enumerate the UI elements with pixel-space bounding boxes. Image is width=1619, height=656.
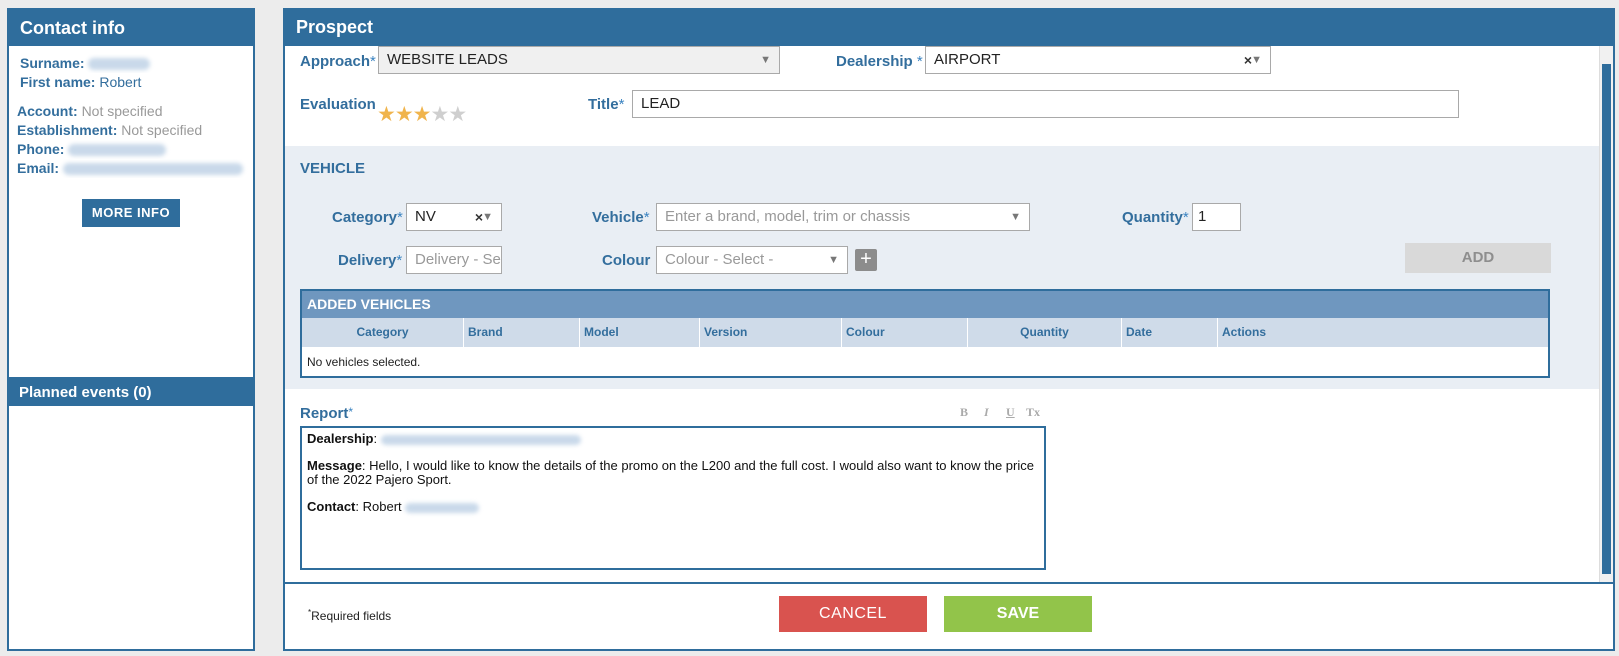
quantity-label: Quantity*	[1122, 209, 1189, 226]
col-date: Date	[1122, 318, 1218, 347]
email-redacted	[62, 163, 243, 176]
establishment-label: Establishment:	[17, 122, 118, 138]
quantity-value: 1	[1198, 208, 1207, 225]
chevron-down-icon: ▼	[828, 254, 839, 266]
required-fields-note: *Required fields	[308, 608, 392, 623]
approach-label: Approach*	[300, 53, 376, 70]
report-contact-line: Contact: Robert	[307, 500, 1039, 514]
evaluation-stars[interactable]: ★★★★★	[377, 102, 467, 127]
chevron-down-icon: ▼	[1010, 211, 1021, 223]
star-empty-icon[interactable]: ★	[448, 103, 467, 126]
star-filled-icon[interactable]: ★	[413, 103, 432, 126]
title-value: LEAD	[641, 95, 681, 112]
title-input[interactable]: LEAD	[632, 90, 1459, 118]
star-empty-icon[interactable]: ★	[430, 103, 449, 126]
firstname-value: Robert	[99, 74, 142, 90]
save-button[interactable]: SAVE	[944, 596, 1092, 632]
added-vehicles-title: ADDED VEHICLES	[302, 291, 1548, 318]
bold-icon[interactable]: B	[960, 405, 968, 420]
delivery-date-input[interactable]: Delivery - Sele	[406, 246, 502, 274]
surname-label: Surname:	[20, 55, 85, 71]
report-message-text: : Hello, I would like to know the detail…	[307, 458, 1034, 487]
contact-info-title: Contact info	[9, 10, 253, 46]
col-category: Category	[302, 318, 464, 347]
planned-events-title: Planned events (0)	[9, 379, 253, 406]
surname-row: Surname:	[19, 54, 253, 73]
firstname-label: First name:	[20, 74, 96, 90]
surname-redacted	[88, 58, 151, 71]
prospect-panel: Prospect Approach* WEBSITE LEADS ▼ Deale…	[283, 8, 1615, 651]
vehicle-placeholder: Enter a brand, model, trim or chassis	[665, 208, 911, 225]
account-value: Not specified	[81, 103, 163, 119]
contact-surname-redacted	[405, 502, 480, 513]
phone-row: Phone:	[17, 140, 253, 159]
email-label: Email:	[17, 160, 60, 176]
report-contact-text: : Robert	[355, 499, 402, 514]
vehicle-search-select[interactable]: Enter a brand, model, trim or chassis ▼	[656, 203, 1030, 231]
scrollbar-thumb[interactable]	[1602, 64, 1611, 574]
report-label: Report*	[300, 405, 354, 422]
dealership-label: Dealership *	[836, 53, 923, 70]
report-message-line: Message: Hello, I would like to know the…	[307, 459, 1039, 487]
col-actions: Actions	[1222, 325, 1267, 339]
establishment-value: Not specified	[121, 122, 203, 138]
italic-icon[interactable]: I	[984, 405, 989, 420]
report-editor[interactable]: Dealership: Message: Hello, I would like…	[300, 426, 1046, 570]
more-info-button[interactable]: MORE INFO	[82, 199, 180, 227]
report-message-key: Message	[307, 458, 362, 473]
cancel-button[interactable]: CANCEL	[779, 596, 927, 632]
star-filled-icon[interactable]: ★	[395, 103, 414, 126]
evaluation-label: Evaluation	[300, 96, 376, 113]
account-label: Account:	[17, 103, 78, 119]
vehicle-label: Vehicle*	[592, 209, 650, 226]
approach-value: WEBSITE LEADS	[387, 51, 508, 68]
chevron-down-icon: ▼	[760, 54, 771, 66]
clear-format-icon[interactable]: Tx	[1026, 405, 1040, 420]
report-dealership-line: Dealership:	[307, 432, 1039, 446]
chevron-down-icon: ▼	[482, 211, 493, 223]
add-colour-plus-icon[interactable]: +	[855, 249, 877, 271]
col-quantity: Quantity	[968, 318, 1122, 347]
phone-redacted	[68, 144, 167, 157]
firstname-row: First name: Robert	[19, 73, 253, 92]
chevron-down-icon: ▼	[1251, 54, 1262, 66]
dealership-value: AIRPORT	[934, 51, 1001, 68]
star-filled-icon[interactable]: ★	[377, 103, 396, 126]
planned-events-panel: Planned events (0)	[7, 377, 255, 651]
dealership-redacted	[380, 434, 581, 445]
prospect-title: Prospect	[285, 10, 1613, 46]
form-footer: *Required fields CANCEL SAVE	[285, 582, 1613, 649]
underline-icon[interactable]: U	[1006, 405, 1015, 420]
col-brand: Brand	[464, 318, 580, 347]
category-value: NV	[415, 208, 436, 225]
no-vehicles-message: No vehicles selected.	[307, 355, 421, 369]
added-vehicles-header-row: Category Brand Model Version Colour Quan…	[302, 318, 1548, 347]
col-model: Model	[580, 318, 700, 347]
quantity-input[interactable]: 1	[1192, 203, 1241, 231]
colour-select[interactable]: Colour - Select - ▼	[656, 246, 848, 274]
dealership-select[interactable]: AIRPORT × ▼	[925, 46, 1271, 74]
approach-select[interactable]: WEBSITE LEADS ▼	[378, 46, 780, 74]
report-dealership-key: Dealership	[307, 431, 374, 446]
delivery-label: Delivery*	[338, 252, 403, 269]
col-colour: Colour	[842, 318, 968, 347]
contact-info-panel: Contact info Surname: First name: Robert…	[7, 8, 255, 379]
added-vehicles-table: ADDED VEHICLES Category Brand Model Vers…	[300, 289, 1550, 378]
account-row: Account: Not specified	[17, 102, 253, 121]
add-vehicle-button[interactable]: ADD	[1405, 243, 1551, 273]
vehicle-section-title: VEHICLE	[300, 160, 366, 177]
phone-label: Phone:	[17, 141, 65, 157]
email-row: Email:	[17, 159, 253, 178]
colour-placeholder: Colour - Select -	[665, 251, 774, 268]
colour-label: Colour	[602, 252, 651, 269]
scrollbar[interactable]	[1599, 46, 1613, 582]
vehicle-section: VEHICLE Category* NV × ▼ Vehicle* Enter …	[285, 146, 1613, 389]
establishment-row: Establishment: Not specified	[17, 121, 253, 140]
report-contact-key: Contact	[307, 499, 356, 514]
category-select[interactable]: NV × ▼	[406, 203, 502, 231]
title-label: Title*	[588, 96, 625, 113]
delivery-placeholder: Delivery - Sele	[415, 251, 501, 268]
col-version: Version	[700, 318, 842, 347]
category-label: Category*	[332, 209, 403, 226]
